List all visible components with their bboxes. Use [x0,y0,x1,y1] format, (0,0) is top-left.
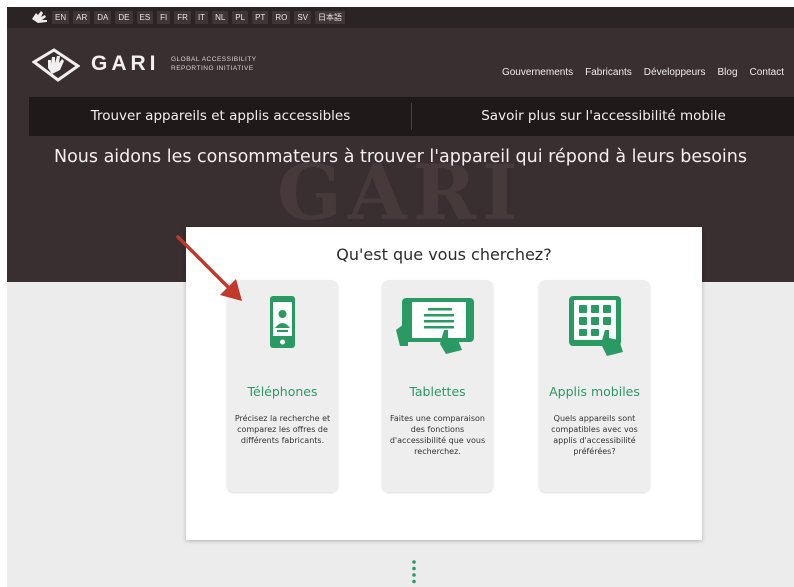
page-frame: EN AR DA DE ES FI FR IT NL PL PT RO SV 日… [7,7,794,587]
apps-icon [569,296,623,356]
find-accessible-devices-button[interactable]: Trouver appareils et applis accessibles [29,97,412,136]
option-description: Quels appareils sont compatibles avec vo… [551,414,638,456]
option-description: Faites une comparaison des fonctions d'a… [389,414,486,456]
lang-ar[interactable]: AR [73,11,91,24]
section-nav-bar: Trouver appareils et applis accessibles … [29,97,794,136]
lang-pt[interactable]: PT [252,11,269,24]
card-title: Qu'est que vous cherchez? [336,245,552,264]
learn-mobile-accessibility-button[interactable]: Savoir plus sur l'accessibilité mobile [413,97,794,136]
nav-link-fabricants[interactable]: Fabricants [585,67,632,78]
nav-link-developpeurs[interactable]: Développeurs [644,67,706,78]
nav-link-gouvernements[interactable]: Gouvernements [502,67,573,78]
lang-en[interactable]: EN [52,11,70,24]
brand-subtitle-line1: Global Accessibility [171,56,257,63]
pointer-arrow-icon [176,235,242,301]
tagline: Nous aidons les consommateurs à trouver … [54,147,747,167]
gari-logo-icon[interactable] [32,48,80,82]
language-list: EN AR DA DE ES FI FR IT NL PL PT RO SV 日… [52,11,345,24]
lang-it[interactable]: IT [194,11,209,24]
option-tablets[interactable]: Tablettes Faites une comparaison des fon… [382,280,493,492]
lang-ja[interactable]: 日本語 [315,11,345,24]
search-card: Qu'est que vous cherchez? Téléphones Pré… [186,227,702,540]
option-mobile-apps[interactable]: Applis mobiles Quels appareils sont comp… [539,280,650,492]
lang-da[interactable]: DA [94,11,112,24]
language-bar: EN AR DA DE ES FI FR IT NL PL PT RO SV 日… [7,7,794,28]
option-title: Tablettes [409,384,466,399]
lang-nl[interactable]: NL [212,11,229,24]
scroll-more-dots-icon[interactable] [411,559,417,585]
brand-subtitle-line2: Reporting Initiative [171,65,254,72]
brand-subtitle: Global Accessibility Reporting Initiativ… [171,55,281,73]
lang-es[interactable]: ES [136,11,154,24]
lang-pl[interactable]: PL [232,11,249,24]
option-description: Précisez la recherche et comparez les of… [234,414,331,445]
option-phones[interactable]: Téléphones Précisez la recherche et comp… [227,280,338,492]
nav-link-blog[interactable]: Blog [718,67,738,78]
option-title: Téléphones [247,384,318,399]
lang-de[interactable]: DE [115,11,133,24]
lang-ro[interactable]: RO [272,11,291,24]
lang-fi[interactable]: FI [157,11,171,24]
main-nav: Gouvernements Fabricants Développeurs Bl… [502,67,784,78]
tablet-icon [396,298,474,354]
lang-sv[interactable]: SV [294,11,311,24]
option-title: Applis mobiles [549,384,640,399]
brand-name[interactable]: GARI [91,52,160,76]
lang-fr[interactable]: FR [174,11,191,24]
sign-language-icon[interactable] [30,10,50,25]
nav-link-contact[interactable]: Contact [750,67,784,78]
nav-divider [411,103,412,130]
